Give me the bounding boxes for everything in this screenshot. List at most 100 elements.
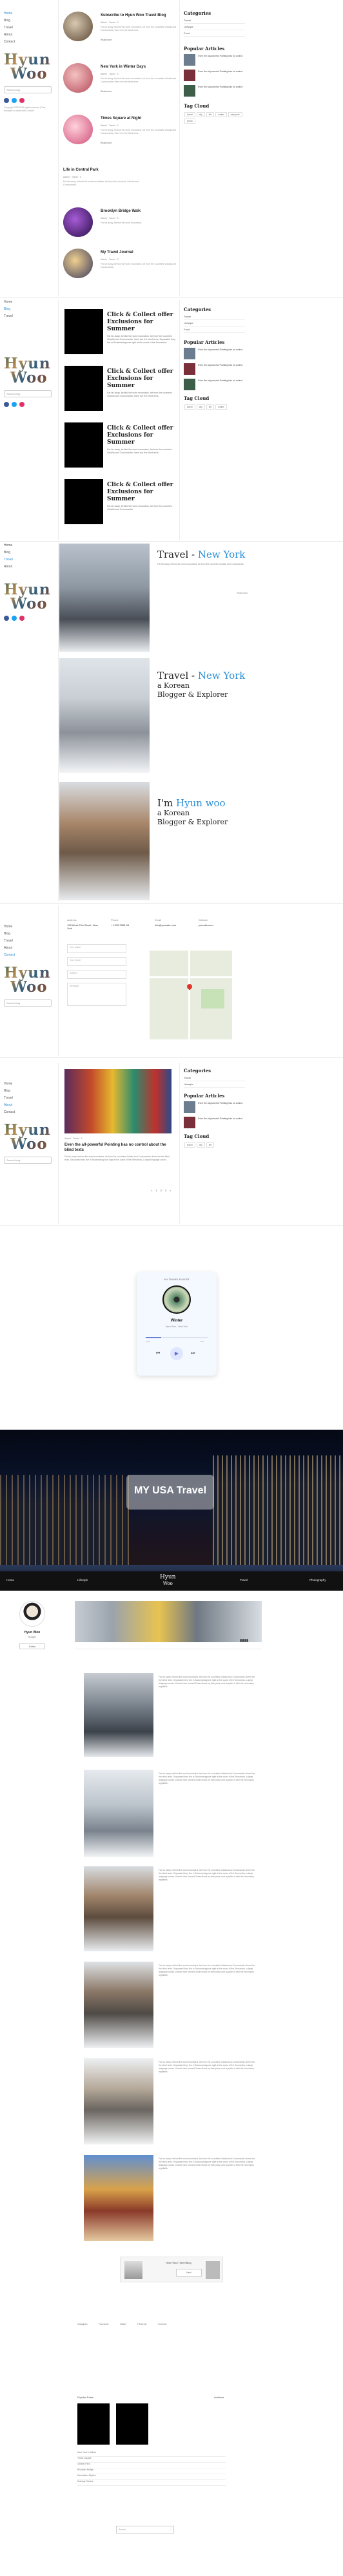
popular-article-title[interactable]: Even the all-powerful Pointing has no co… (198, 348, 243, 352)
card[interactable]: Click & Collect offer Exclusions for Sum… (107, 425, 177, 455)
contact-website[interactable]: Website yoursite.com (199, 918, 235, 930)
site-logo[interactable]: Hyun Woo (4, 1123, 55, 1151)
post-thumbnail[interactable] (63, 63, 93, 93)
post-title[interactable]: Brooklyn Bridge Walk (101, 209, 179, 214)
article-image-6[interactable] (84, 2155, 153, 2241)
nav-blog[interactable]: Blog (4, 1089, 55, 1093)
category-item[interactable]: Food (184, 328, 245, 333)
nav-travel[interactable]: Travel (4, 1096, 55, 1100)
travel-image-2[interactable] (59, 658, 150, 773)
category-item[interactable]: Lifestyle (184, 25, 245, 30)
category-item[interactable]: Travel (184, 315, 245, 320)
nav-home[interactable]: Home (4, 1082, 55, 1086)
card[interactable]: Click & Collect offer Exclusions for Sum… (107, 482, 177, 511)
popular-article-title[interactable]: Even the all-powerful Pointing has no co… (198, 1102, 243, 1105)
nav-home[interactable]: Home (4, 12, 55, 15)
footer-list-item[interactable]: Subway Stories (77, 2480, 226, 2486)
card-title[interactable]: Click & Collect offer Exclusions for Sum… (107, 425, 177, 446)
tag[interactable]: travel (184, 404, 195, 410)
nav-blog[interactable]: Blog (4, 551, 55, 554)
popular-article-title[interactable]: Even the all-powerful Pointing has no co… (198, 1117, 243, 1121)
avatar[interactable] (19, 1601, 45, 1627)
hero-nav-home[interactable]: Home (6, 1578, 14, 1582)
popular-article-title[interactable]: Even the all-powerful Pointing has no co… (198, 86, 243, 89)
footer-list-item[interactable]: Central Park (77, 2463, 226, 2468)
category-item[interactable]: Travel (184, 19, 245, 24)
post-thumbnail[interactable] (63, 115, 93, 144)
footer-link[interactable]: Instagram (77, 2323, 88, 2325)
search-input[interactable]: Search blog (4, 86, 52, 93)
card[interactable]: Click & Collect offer Exclusions for Sum… (107, 368, 177, 398)
popular-thumbnail[interactable] (184, 1101, 195, 1113)
category-item[interactable]: Food (184, 32, 245, 37)
popular-article[interactable]: Even the all-powerful Pointing has no co… (184, 85, 245, 98)
nav-about[interactable]: About (4, 565, 55, 569)
tag[interactable]: city (196, 112, 205, 117)
name-field[interactable]: Your Name (67, 944, 126, 953)
hero-nav-lifestyle[interactable]: Lifestyle (77, 1578, 88, 1582)
nav-travel[interactable]: Travel (4, 314, 55, 318)
nav-travel[interactable]: Travel (4, 939, 55, 943)
email-field[interactable]: Your Email (67, 957, 126, 966)
hero-nav-photography[interactable]: Photography (309, 1578, 326, 1582)
nav-home[interactable]: Home (4, 925, 55, 929)
card-image[interactable] (64, 366, 103, 411)
category-item[interactable]: Travel (184, 1076, 245, 1081)
popular-thumbnail[interactable] (184, 1117, 195, 1128)
footer-list-item[interactable]: Brooklyn Bridge (77, 2468, 226, 2474)
post-title[interactable]: Times Square at Night (101, 116, 179, 121)
post-thumbnail[interactable] (63, 249, 93, 278)
next-icon[interactable]: ⏭ (191, 1351, 195, 1356)
prev-icon[interactable]: ⏮ (156, 1351, 160, 1356)
hero-logo[interactable]: Hyun Woo (160, 1574, 176, 1587)
popular-thumbnail[interactable] (184, 379, 195, 390)
play-button[interactable]: ▶ (170, 1347, 183, 1360)
nav-home[interactable]: Home (4, 300, 55, 304)
footer-search[interactable]: Search ⌕ (116, 2526, 174, 2533)
popular-article[interactable]: Even the all-powerful Pointing has no co… (184, 70, 245, 82)
article-image-4[interactable] (84, 1962, 153, 2048)
article-image-3[interactable] (84, 1866, 153, 1951)
author-avatar[interactable] (124, 2261, 142, 2279)
nav-contact[interactable]: Contact (4, 1110, 55, 1114)
footer-image[interactable] (77, 2403, 110, 2445)
post-thumbnail[interactable] (63, 12, 93, 41)
instagram-icon[interactable] (19, 402, 24, 407)
tag[interactable]: winter (215, 404, 227, 410)
facebook-icon[interactable] (4, 616, 9, 621)
popular-thumbnail[interactable] (184, 70, 195, 81)
popular-thumbnail[interactable] (184, 363, 195, 375)
pagination-page[interactable]: 3 (165, 1189, 166, 1192)
message-field[interactable]: Message (67, 983, 126, 1006)
pagination-page[interactable]: 2 (161, 1189, 162, 1192)
post-hero-image[interactable] (64, 1069, 172, 1133)
nav-contact[interactable]: Contact (4, 953, 55, 957)
author-next-button[interactable]: Next (176, 2269, 202, 2277)
article-image-2[interactable] (84, 1770, 153, 1857)
site-logo[interactable]: Hyun Woo (4, 583, 55, 611)
tag[interactable]: travel (184, 112, 195, 117)
map-pin-icon[interactable] (186, 983, 193, 990)
nav-about[interactable]: About (4, 946, 55, 950)
post-title[interactable]: Life in Central Park (63, 167, 142, 173)
popular-article-title[interactable]: Even the all-powerful Pointing has no co… (198, 379, 243, 383)
contact-email[interactable]: Email info@yoursite.com (155, 918, 191, 930)
tag[interactable]: life (206, 1142, 215, 1148)
popular-article-title[interactable]: Even the all-powerful Pointing has no co… (198, 70, 243, 73)
facebook-icon[interactable] (4, 402, 9, 407)
follow-button[interactable]: Follow (19, 1643, 45, 1649)
article-image-1[interactable] (84, 1673, 153, 1757)
pagination-prev[interactable]: < (151, 1189, 152, 1192)
post-item[interactable]: New York in Winter Days Admin · Travel ·… (63, 62, 178, 107)
site-logo[interactable]: Hyun Woo (4, 53, 55, 81)
subject-field[interactable]: Subject (67, 970, 126, 979)
tag[interactable]: life (206, 404, 215, 410)
site-logo[interactable]: Hyun Woo (4, 357, 55, 385)
footer-link[interactable]: Twitter (120, 2323, 126, 2325)
popular-article[interactable]: Even the all-powerful Pointing has no co… (184, 379, 245, 392)
facebook-icon[interactable] (4, 98, 9, 103)
twitter-icon[interactable] (12, 402, 17, 407)
post-item[interactable]: My Travel Journal Admin · Travel · 3 Far… (63, 247, 178, 292)
nav-travel[interactable]: Travel (4, 558, 55, 562)
post-item[interactable]: Times Square at Night Admin · Travel · 3… (63, 113, 178, 158)
